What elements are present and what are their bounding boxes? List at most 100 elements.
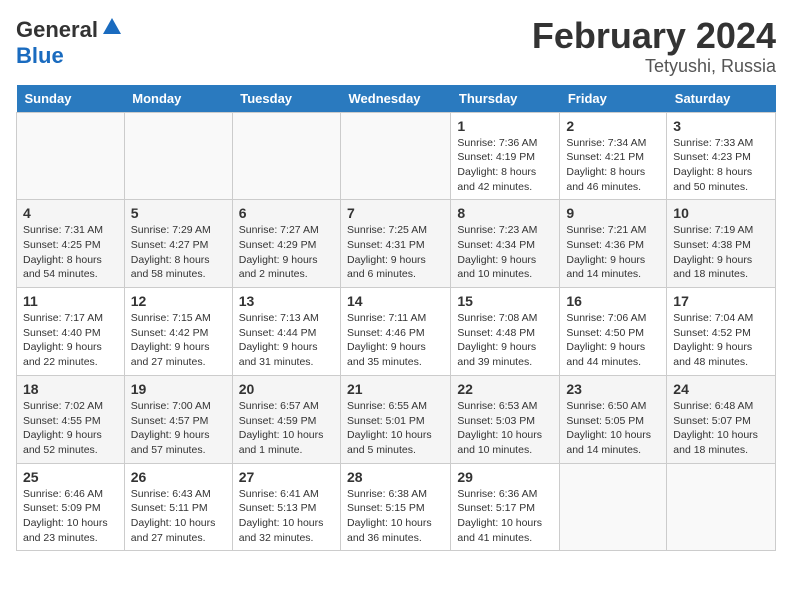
calendar-cell xyxy=(124,112,232,200)
day-number: 20 xyxy=(239,381,334,397)
day-number: 11 xyxy=(23,293,118,309)
day-info: Sunrise: 6:53 AM Sunset: 5:03 PM Dayligh… xyxy=(457,399,553,458)
calendar-week-row: 25 Sunrise: 6:46 AM Sunset: 5:09 PM Dayli… xyxy=(17,463,776,551)
calendar-week-row: 1 Sunrise: 7:36 AM Sunset: 4:19 PM Daylig… xyxy=(17,112,776,200)
day-info: Sunrise: 7:19 AM Sunset: 4:38 PM Dayligh… xyxy=(673,223,769,282)
calendar-cell: 12Sunrise: 7:15 AM Sunset: 4:42 PM Dayli… xyxy=(124,288,232,376)
day-number: 10 xyxy=(673,205,769,221)
calendar-cell: 3 Sunrise: 7:33 AM Sunset: 4:23 PM Daylig… xyxy=(667,112,776,200)
calendar-cell: 2 Sunrise: 7:34 AM Sunset: 4:21 PM Daylig… xyxy=(560,112,667,200)
day-info: Sunrise: 7:17 AM Sunset: 4:40 PM Dayligh… xyxy=(23,311,118,370)
day-number: 15 xyxy=(457,293,553,309)
day-number: 17 xyxy=(673,293,769,309)
day-number: 24 xyxy=(673,381,769,397)
day-info: Sunrise: 6:48 AM Sunset: 5:07 PM Dayligh… xyxy=(673,399,769,458)
calendar-cell: 23Sunrise: 6:50 AM Sunset: 5:05 PM Dayli… xyxy=(560,375,667,463)
calendar-cell: 16 Sunrise: 7:06 AM Sunset: 4:50 PM Dayli… xyxy=(560,288,667,376)
calendar-cell: 1 Sunrise: 7:36 AM Sunset: 4:19 PM Daylig… xyxy=(451,112,560,200)
day-info: Sunrise: 7:02 AM Sunset: 4:55 PM Dayligh… xyxy=(23,399,118,458)
day-info: Sunrise: 7:25 AM Sunset: 4:31 PM Dayligh… xyxy=(347,223,444,282)
calendar-cell: 10 Sunrise: 7:19 AM Sunset: 4:38 PM Dayli… xyxy=(667,200,776,288)
calendar-week-row: 4 Sunrise: 7:31 AM Sunset: 4:25 PM Daylig… xyxy=(17,200,776,288)
calendar-cell: 14Sunrise: 7:11 AM Sunset: 4:46 PM Dayli… xyxy=(341,288,451,376)
day-info: Sunrise: 7:36 AM Sunset: 4:19 PM Dayligh… xyxy=(457,136,553,195)
day-number: 26 xyxy=(131,469,226,485)
column-header-sunday: Sunday xyxy=(17,85,125,113)
day-number: 13 xyxy=(239,293,334,309)
calendar-week-row: 18 Sunrise: 7:02 AM Sunset: 4:55 PM Dayli… xyxy=(17,375,776,463)
calendar-cell: 18 Sunrise: 7:02 AM Sunset: 4:55 PM Dayli… xyxy=(17,375,125,463)
day-info: Sunrise: 7:00 AM Sunset: 4:57 PM Dayligh… xyxy=(131,399,226,458)
calendar-cell xyxy=(232,112,340,200)
logo: General Blue xyxy=(16,16,123,69)
calendar-cell xyxy=(17,112,125,200)
day-info: Sunrise: 6:36 AM Sunset: 5:17 PM Dayligh… xyxy=(457,487,553,546)
logo-flag-icon xyxy=(101,16,123,43)
calendar-cell: 5 Sunrise: 7:29 AM Sunset: 4:27 PM Daylig… xyxy=(124,200,232,288)
day-info: Sunrise: 6:46 AM Sunset: 5:09 PM Dayligh… xyxy=(23,487,118,546)
day-number: 12 xyxy=(131,293,226,309)
column-header-thursday: Thursday xyxy=(451,85,560,113)
month-year-title: February 2024 xyxy=(532,16,776,56)
calendar-cell: 9 Sunrise: 7:21 AM Sunset: 4:36 PM Daylig… xyxy=(560,200,667,288)
day-number: 21 xyxy=(347,381,444,397)
day-number: 23 xyxy=(566,381,660,397)
calendar-week-row: 11 Sunrise: 7:17 AM Sunset: 4:40 PM Dayli… xyxy=(17,288,776,376)
day-number: 19 xyxy=(131,381,226,397)
calendar-cell: 17 Sunrise: 7:04 AM Sunset: 4:52 PM Dayli… xyxy=(667,288,776,376)
day-info: Sunrise: 6:55 AM Sunset: 5:01 PM Dayligh… xyxy=(347,399,444,458)
calendar-cell: 26 Sunrise: 6:43 AM Sunset: 5:11 PM Dayli… xyxy=(124,463,232,551)
day-number: 7 xyxy=(347,205,444,221)
day-info: Sunrise: 7:29 AM Sunset: 4:27 PM Dayligh… xyxy=(131,223,226,282)
location-subtitle: Tetyushi, Russia xyxy=(532,56,776,77)
day-info: Sunrise: 7:27 AM Sunset: 4:29 PM Dayligh… xyxy=(239,223,334,282)
day-number: 9 xyxy=(566,205,660,221)
calendar-cell xyxy=(667,463,776,551)
day-info: Sunrise: 7:31 AM Sunset: 4:25 PM Dayligh… xyxy=(23,223,118,282)
calendar-cell: 13Sunrise: 7:13 AM Sunset: 4:44 PM Dayli… xyxy=(232,288,340,376)
calendar-cell: 19 Sunrise: 7:00 AM Sunset: 4:57 PM Dayli… xyxy=(124,375,232,463)
calendar-cell: 7 Sunrise: 7:25 AM Sunset: 4:31 PM Daylig… xyxy=(341,200,451,288)
calendar-cell: 20Sunrise: 6:57 AM Sunset: 4:59 PM Dayli… xyxy=(232,375,340,463)
day-info: Sunrise: 7:06 AM Sunset: 4:50 PM Dayligh… xyxy=(566,311,660,370)
calendar-cell: 8Sunrise: 7:23 AM Sunset: 4:34 PM Daylig… xyxy=(451,200,560,288)
day-number: 28 xyxy=(347,469,444,485)
day-number: 1 xyxy=(457,118,553,134)
day-number: 5 xyxy=(131,205,226,221)
calendar-cell: 25 Sunrise: 6:46 AM Sunset: 5:09 PM Dayli… xyxy=(17,463,125,551)
day-number: 2 xyxy=(566,118,660,134)
calendar-cell: 24 Sunrise: 6:48 AM Sunset: 5:07 PM Dayli… xyxy=(667,375,776,463)
day-number: 27 xyxy=(239,469,334,485)
calendar-cell: 27Sunrise: 6:41 AM Sunset: 5:13 PM Dayli… xyxy=(232,463,340,551)
calendar-cell: 11 Sunrise: 7:17 AM Sunset: 4:40 PM Dayli… xyxy=(17,288,125,376)
column-header-wednesday: Wednesday xyxy=(341,85,451,113)
day-number: 29 xyxy=(457,469,553,485)
day-info: Sunrise: 7:34 AM Sunset: 4:21 PM Dayligh… xyxy=(566,136,660,195)
column-header-friday: Friday xyxy=(560,85,667,113)
column-header-tuesday: Tuesday xyxy=(232,85,340,113)
day-number: 3 xyxy=(673,118,769,134)
calendar-cell xyxy=(560,463,667,551)
calendar-cell: 6 Sunrise: 7:27 AM Sunset: 4:29 PM Daylig… xyxy=(232,200,340,288)
calendar-cell: 29 Sunrise: 6:36 AM Sunset: 5:17 PM Dayli… xyxy=(451,463,560,551)
calendar-cell: 22 Sunrise: 6:53 AM Sunset: 5:03 PM Dayli… xyxy=(451,375,560,463)
day-info: Sunrise: 7:21 AM Sunset: 4:36 PM Dayligh… xyxy=(566,223,660,282)
day-info: Sunrise: 7:04 AM Sunset: 4:52 PM Dayligh… xyxy=(673,311,769,370)
day-info: Sunrise: 7:11 AM Sunset: 4:46 PM Dayligh… xyxy=(347,311,444,370)
day-info: Sunrise: 7:33 AM Sunset: 4:23 PM Dayligh… xyxy=(673,136,769,195)
day-number: 4 xyxy=(23,205,118,221)
day-number: 25 xyxy=(23,469,118,485)
day-number: 18 xyxy=(23,381,118,397)
column-header-monday: Monday xyxy=(124,85,232,113)
calendar-table: SundayMondayTuesdayWednesdayThursdayFrid… xyxy=(16,85,776,552)
day-info: Sunrise: 6:43 AM Sunset: 5:11 PM Dayligh… xyxy=(131,487,226,546)
logo-blue-text: Blue xyxy=(16,43,64,68)
day-number: 16 xyxy=(566,293,660,309)
day-number: 6 xyxy=(239,205,334,221)
day-info: Sunrise: 6:38 AM Sunset: 5:15 PM Dayligh… xyxy=(347,487,444,546)
day-number: 22 xyxy=(457,381,553,397)
calendar-cell xyxy=(341,112,451,200)
calendar-cell: 15 Sunrise: 7:08 AM Sunset: 4:48 PM Dayli… xyxy=(451,288,560,376)
title-section: February 2024 Tetyushi, Russia xyxy=(532,16,776,77)
day-info: Sunrise: 7:08 AM Sunset: 4:48 PM Dayligh… xyxy=(457,311,553,370)
